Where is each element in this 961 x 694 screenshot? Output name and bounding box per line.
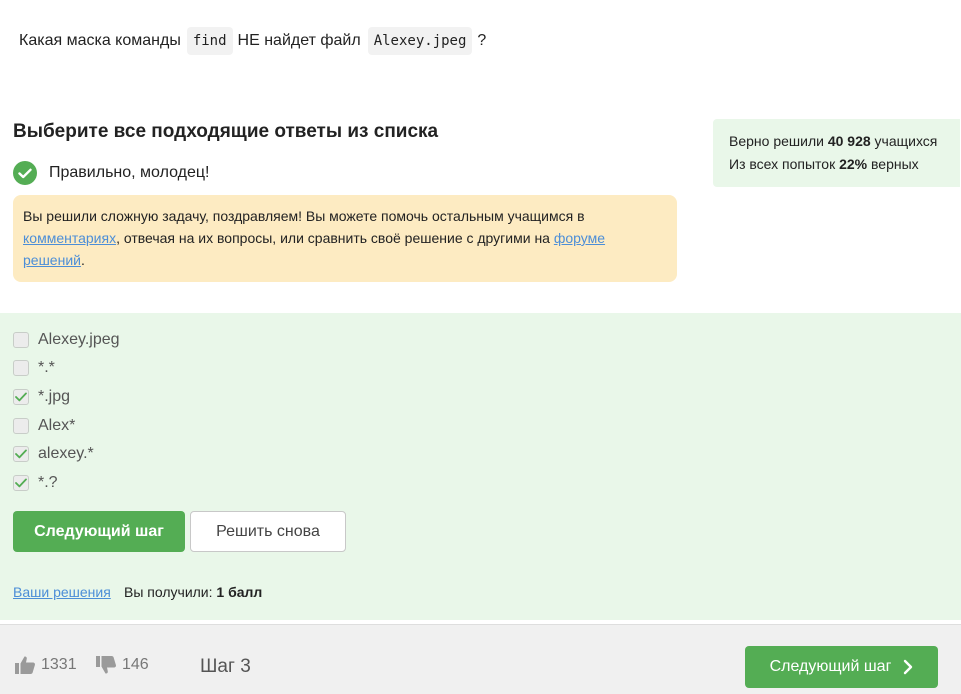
stats-percent-line: Из всех попыток 22% верных bbox=[729, 153, 944, 176]
footer-next-label: Следующий шаг bbox=[769, 658, 892, 675]
hint-text-1: Вы решили сложную задачу, поздравляем! В… bbox=[23, 208, 585, 224]
stats-percent-prefix: Из всех попыток bbox=[729, 156, 840, 172]
option-label: *.* bbox=[38, 359, 55, 376]
checkmark-circle-icon bbox=[13, 161, 37, 185]
option-star-dot-star[interactable]: *.* bbox=[13, 357, 55, 379]
dislike-button[interactable]: 146 bbox=[95, 655, 149, 675]
option-alexey-jpeg[interactable]: Alexey.jpeg bbox=[13, 329, 120, 351]
checkbox-icon[interactable] bbox=[13, 332, 29, 348]
hint-box: Вы решили сложную задачу, поздравляем! В… bbox=[13, 195, 677, 282]
option-label: Alex* bbox=[38, 417, 76, 434]
option-label: *.jpg bbox=[38, 388, 71, 405]
step-label: Шаг 3 bbox=[200, 656, 251, 677]
option-star-jpg[interactable]: *.jpg bbox=[13, 386, 70, 408]
score-prefix: Вы получили: bbox=[124, 584, 217, 600]
dislike-count: 146 bbox=[122, 656, 149, 673]
option-alexey-dot-star[interactable]: alexey.* bbox=[13, 443, 94, 465]
like-button[interactable]: 1331 bbox=[14, 655, 77, 675]
stats-solved-suffix: учащихся bbox=[870, 133, 938, 149]
checked-checkbox-icon[interactable] bbox=[13, 389, 29, 405]
footer-next-step-button[interactable]: Следующий шаг bbox=[745, 646, 938, 688]
question-text: Какая маска команды find НЕ найдет файл … bbox=[19, 27, 486, 55]
your-solutions-link[interactable]: Ваши решения bbox=[13, 584, 111, 600]
hint-text-3: . bbox=[80, 252, 85, 268]
score-text: Вы получили: 1 балл bbox=[124, 584, 262, 600]
stats-percent-value: 22% bbox=[839, 156, 868, 172]
option-label: *.? bbox=[38, 474, 58, 491]
thumbs-up-icon bbox=[15, 656, 35, 674]
command-code: find bbox=[186, 27, 233, 55]
comments-link[interactable]: комментариях bbox=[23, 230, 116, 246]
correct-feedback: Правильно, молодец! bbox=[13, 161, 209, 185]
checked-checkbox-icon[interactable] bbox=[13, 475, 29, 491]
option-alex-star[interactable]: Alex* bbox=[13, 415, 75, 437]
checked-checkbox-icon[interactable] bbox=[13, 446, 29, 462]
hint-text-2: , отвечая на их вопросы, или сравнить св… bbox=[116, 230, 554, 246]
question-suffix: ? bbox=[477, 32, 487, 49]
option-label: alexey.* bbox=[38, 445, 94, 462]
answers-panel bbox=[0, 313, 961, 620]
stats-solved-count: 40 928 bbox=[827, 133, 871, 149]
option-star-dot-question[interactable]: *.? bbox=[13, 472, 58, 494]
checkbox-icon[interactable] bbox=[13, 418, 29, 434]
footer-bar: 1331 146 Шаг 3 Следующий шаг bbox=[0, 624, 961, 694]
question-prefix: Какая маска команды bbox=[19, 32, 181, 49]
section-title: Выберите все подходящие ответы из списка bbox=[13, 121, 439, 142]
thumbs-down-icon bbox=[96, 656, 116, 674]
retry-button[interactable]: Решить снова bbox=[190, 511, 346, 552]
like-count: 1331 bbox=[41, 656, 77, 673]
next-step-button[interactable]: Следующий шаг bbox=[13, 511, 185, 552]
question-middle: НЕ найдет файл bbox=[237, 32, 361, 49]
chevron-right-icon bbox=[904, 659, 913, 675]
stats-solved-line: Верно решили 40 928 учащихся bbox=[729, 130, 944, 153]
checkbox-icon[interactable] bbox=[13, 360, 29, 376]
stats-percent-suffix: верных bbox=[867, 156, 919, 172]
stats-box: Верно решили 40 928 учащихся Из всех поп… bbox=[713, 119, 960, 187]
option-label: Alexey.jpeg bbox=[38, 331, 120, 348]
correct-text: Правильно, молодец! bbox=[49, 164, 210, 181]
filename-code: Alexey.jpeg bbox=[367, 27, 473, 55]
score-value: 1 балл bbox=[216, 584, 263, 600]
stats-solved-prefix: Верно решили bbox=[729, 133, 828, 149]
